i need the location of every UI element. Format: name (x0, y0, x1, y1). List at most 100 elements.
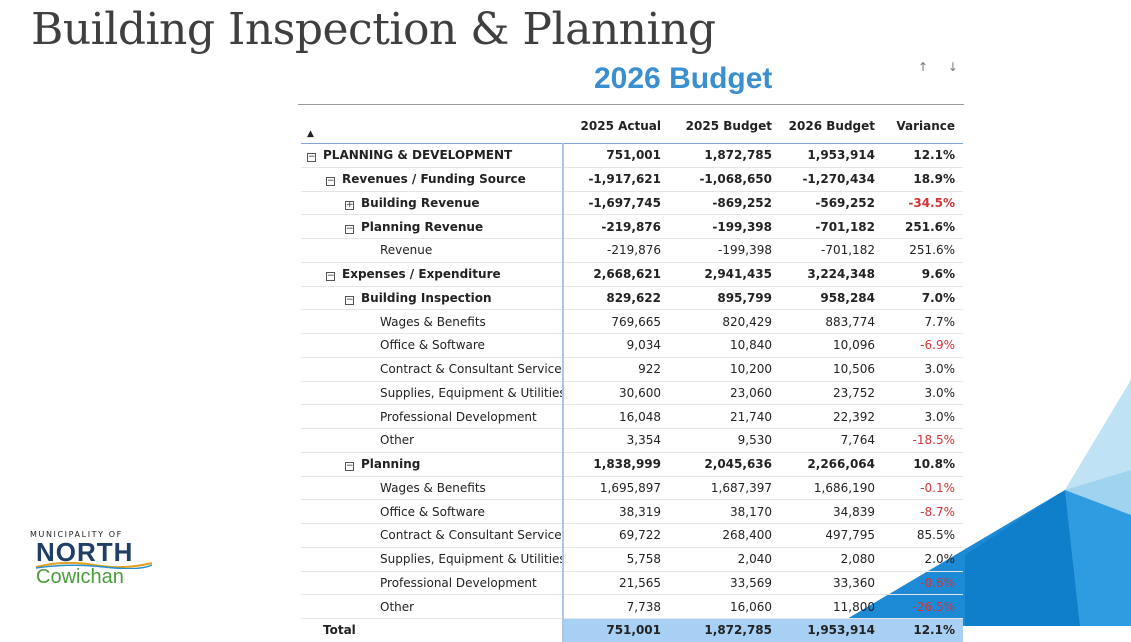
table-row[interactable]: Wages & Benefits 769,665 820,429 883,774 7.7… (301, 309, 963, 334)
table-row[interactable]: − Planning 1,838,999 2,045,636 2,266,064 10.8… (301, 452, 963, 477)
row-label-cell: − Expenses / Expenditure (301, 262, 564, 287)
row-label-cell: Supplies, Equipment & Utilities (301, 547, 564, 572)
table-row[interactable]: − Planning Revenue -219,876 -199,398 -701,18… (301, 214, 963, 239)
table-row[interactable]: Contract & Consultant Services 69,722 268,… (301, 523, 963, 548)
cell-variance: -0.6% (883, 571, 963, 596)
cell-2026-budget: -569,252 (780, 191, 883, 216)
collapse-icon[interactable]: − (345, 462, 354, 472)
table-row[interactable]: Professional Development 16,048 21,740 22,3… (301, 404, 963, 429)
cell-2025-actual: 16,048 (563, 404, 669, 429)
column-header-2025-budget[interactable]: 2025 Budget (669, 108, 780, 144)
cell-2026-budget: 23,752 (780, 381, 883, 406)
cell-variance: -26.5% (883, 594, 963, 619)
cell-2026-budget: 2,266,064 (780, 452, 883, 477)
cell-variance: -8.7% (883, 499, 963, 524)
cell-2025-budget: 38,170 (669, 499, 780, 524)
cell-2025-actual: 30,600 (563, 381, 669, 406)
row-label-cell: Office & Software (301, 499, 564, 524)
row-label: Professional Development (380, 409, 537, 424)
cell-2025-budget: 33,569 (669, 571, 780, 596)
cell-2025-budget: -1,068,650 (669, 167, 780, 192)
collapse-icon[interactable]: − (326, 272, 335, 282)
cell-variance: 12.1% (883, 143, 963, 168)
cell-2025-actual: 7,738 (563, 594, 669, 619)
cell-2025-actual: 5,758 (563, 547, 669, 572)
cell-variance: -18.5% (883, 428, 963, 453)
sort-arrows-icon[interactable]: ↑ ↓ (918, 60, 966, 74)
expand-icon[interactable]: + (345, 200, 354, 210)
cell-2025-budget: 1,687,397 (669, 476, 780, 501)
cell-variance: 251.6% (883, 238, 963, 263)
budget-matrix-table: ▲ 2025 Actual 2025 Budget 2026 Budget Va… (301, 108, 963, 642)
table-row[interactable]: Contract & Consultant Services 922 10,200 1… (301, 357, 963, 382)
total-label: Total (301, 618, 564, 642)
visual-top-border (298, 104, 964, 105)
cell-2025-actual: 829,622 (563, 286, 669, 311)
table-row[interactable]: Revenue -219,876 -199,398 -701,182 251.6% (301, 238, 963, 263)
cell-variance: 3.0% (883, 357, 963, 382)
row-label-cell: − Planning (301, 452, 564, 477)
cell-2025-budget: 23,060 (669, 381, 780, 406)
cell-2026-budget: 1,953,914 (780, 143, 883, 168)
sort-indicator-icon[interactable]: ▲ (301, 108, 563, 144)
total-2025-budget: 1,872,785 (669, 618, 780, 642)
column-header-2026-budget[interactable]: 2026 Budget (780, 108, 883, 144)
cell-2026-budget: -1,270,434 (780, 167, 883, 192)
row-label: Supplies, Equipment & Utilities (380, 385, 563, 400)
row-label: Office & Software (380, 504, 485, 519)
column-header-2025-actual[interactable]: 2025 Actual (563, 108, 669, 144)
table-row[interactable]: + Building Revenue -1,697,745 -869,252 -569,… (301, 191, 963, 216)
row-label-cell: Wages & Benefits (301, 476, 564, 501)
cell-variance: -6.9% (883, 333, 963, 358)
cell-2025-actual: 69,722 (563, 523, 669, 548)
cell-2025-actual: 2,668,621 (563, 262, 669, 287)
cell-variance: 251.6% (883, 214, 963, 239)
cell-2025-actual: 1,695,897 (563, 476, 669, 501)
table-row[interactable]: − PLANNING & DEVELOPMENT 751,001 1,872,785 1… (301, 143, 963, 168)
collapse-icon[interactable]: − (307, 153, 316, 163)
table-header-row: ▲ 2025 Actual 2025 Budget 2026 Budget Va… (301, 108, 963, 144)
cell-2025-budget: -869,252 (669, 191, 780, 216)
row-label-cell: − Building Inspection (301, 286, 564, 311)
cell-2025-actual: 38,319 (563, 499, 669, 524)
row-label: Professional Development (380, 575, 537, 590)
row-label: Building Inspection (361, 290, 492, 305)
row-label: Planning (361, 457, 421, 472)
column-header-variance[interactable]: Variance (883, 108, 963, 144)
table-row[interactable]: Office & Software 38,319 38,170 34,839 -8.7% (301, 499, 963, 524)
row-label-cell: − Planning Revenue (301, 214, 564, 239)
collapse-icon[interactable]: − (345, 295, 354, 305)
row-label: Expenses / Expenditure (342, 267, 501, 282)
collapse-icon[interactable]: − (345, 224, 354, 234)
table-row[interactable]: Other 7,738 16,060 11,800 -26.5% (301, 594, 963, 619)
cell-2025-budget: 9,530 (669, 428, 780, 453)
total-row[interactable]: Total 751,001 1,872,785 1,953,914 12.1% (301, 618, 963, 642)
collapse-icon[interactable]: − (326, 177, 335, 187)
cell-2025-actual: 1,838,999 (563, 452, 669, 477)
row-label-cell: − Revenues / Funding Source (301, 167, 564, 192)
cell-variance: 7.7% (883, 309, 963, 334)
cell-2025-actual: 751,001 (563, 143, 669, 168)
table-row[interactable]: Other 3,354 9,530 7,764 -18.5% (301, 428, 963, 453)
row-label: Contract & Consultant Services (380, 362, 563, 377)
logo-cowichan-text: Cowichan (36, 566, 124, 588)
row-label: Other (380, 599, 415, 614)
table-row[interactable]: − Revenues / Funding Source -1,917,621 -1,0… (301, 167, 963, 192)
cell-2025-actual: -1,917,621 (563, 167, 669, 192)
row-label-cell: − PLANNING & DEVELOPMENT (301, 143, 564, 168)
table-row[interactable]: Supplies, Equipment & Utilities 30,600 23,… (301, 381, 963, 406)
total-2026-budget: 1,953,914 (780, 618, 883, 642)
cell-2025-actual: -219,876 (563, 214, 669, 239)
table-row[interactable]: Supplies, Equipment & Utilities 5,758 2,04… (301, 547, 963, 572)
cell-2026-budget: 1,686,190 (780, 476, 883, 501)
cell-2025-budget: 21,740 (669, 404, 780, 429)
table-row[interactable]: Wages & Benefits 1,695,897 1,687,397 1,686,… (301, 476, 963, 501)
table-row[interactable]: − Building Inspection 829,622 895,799 958,28… (301, 286, 963, 311)
table-row[interactable]: Office & Software 9,034 10,840 10,096 -6.9% (301, 333, 963, 358)
table-row[interactable]: Professional Development 21,565 33,569 33,3… (301, 571, 963, 596)
cell-variance: 3.0% (883, 381, 963, 406)
cell-2025-actual: 21,565 (563, 571, 669, 596)
row-label: Revenue (380, 243, 433, 258)
cell-2026-budget: 3,224,348 (780, 262, 883, 287)
table-row[interactable]: − Expenses / Expenditure 2,668,621 2,941,43… (301, 262, 963, 287)
